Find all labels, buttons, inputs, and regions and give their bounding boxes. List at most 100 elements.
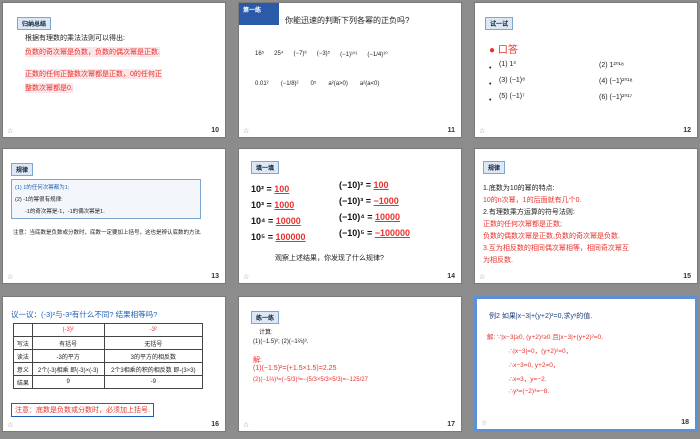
star-icon: ☆ [481,420,488,427]
slide-number: 17 [447,421,455,428]
power-expr: (−3)⁵ [316,51,331,57]
slide-tag: 规律 [11,163,34,176]
table-cell: -3的平方 [31,349,105,363]
note-text: 注意：当底数是负数或分数时，底数一定要加上括号，这也是辨认底数的方法. [13,230,202,236]
table-cell: 无括号 [103,336,204,350]
oral-item: (1) 1³ [499,61,516,68]
fill-left: 10² = 100 10³ = 1000 10⁴ = 10000 10⁵ = 1… [251,181,306,245]
solution-line: ∴|x−3|=0，(y+2)²=0， [509,348,573,355]
fill-row: (−10)³ = −1000 [339,196,399,206]
star-icon: ☆ [243,128,250,135]
slide-text: 负数的奇次幂是负数，负数的偶次幂是正数. [25,47,160,57]
power-expr: a²(a>0) [328,81,348,87]
slide-thumbnail-15[interactable]: 规律 1.底数为10的幂的特点: 10的n次幂，1的后面就有几个0. 2.有理数… [474,148,698,284]
slide-thumbnail-16[interactable]: 议一议：(-3)²与-3²有什么不同? 结果相等吗? (-3)² -3² 写法 有括… [2,296,226,432]
rule-line: (1) 1的任何次幂都为1; [15,185,70,191]
slide-text: 整数次幂都是0. [25,83,73,93]
solution-label: 解: [253,357,262,364]
slide-thumbnail-14[interactable]: 填一填 10² = 100 10³ = 1000 10⁴ = 10000 10⁵… [238,148,462,284]
rule-line: 1.底数为10的幂的特点: [483,185,555,192]
power-expr: (−1/8)² [280,81,299,87]
slide-tag: 练一练 [251,311,280,324]
rule-line: 为相反数. [483,257,513,264]
fill-row: (−10)⁴ = 10000 [339,212,401,222]
star-icon: ☆ [479,274,486,281]
slide-number: 12 [683,127,691,134]
power-expr: (−7)⁸ [293,51,307,57]
power-expr: a²(a<0) [359,81,380,87]
table-cell: 3的平方的相反数 [103,349,204,363]
solution-line: ∴x−3=0, y+2=0， [509,362,560,369]
slide-number: 16 [211,421,219,428]
oral-heading-text: 口答 [497,45,518,56]
slide-title: 你能迅速的判断下列各幂的正负吗? [285,16,410,25]
solution-line: ∴yˣ=(−2)³=−8. [509,388,550,395]
rule-line: 负数的偶数次幂是正数,负数的奇次幂是负数. [483,233,620,240]
slide-thumbnail-10[interactable]: 归纳总结 根据有理数的乘法法则可以得出: 负数的奇次幂是负数，负数的偶次幂是正数… [2,2,226,138]
slide-thumbnail-12[interactable]: 试一试 ● 口答 • • • (1) 1³ (2) 1²⁰¹⁸ (3) (−1)⁸ … [474,2,698,138]
question-text: 议一议：(-3)²与-3²有什么不同? 结果相等吗? [11,310,158,319]
powers-row-1: 16⁵ 25⁴ (−7)⁸ (−3)⁵ (−1)¹⁰¹ (−1/4)¹⁰ [255,51,455,58]
answer: −100000 [374,228,411,238]
slide-thumbnail-18[interactable]: 例2 如果|x−3|+(y+2)²=0,求yˣ的值. 解: ∵|x−3|≥0, … [474,296,698,432]
slide-thumbnail-13[interactable]: 规律 (1) 1的任何次幂都为1; (2) -1的幂很有规律: -1的奇次幂是-… [2,148,226,284]
slide-tag: 规律 [483,161,506,174]
slide-tag: 第一练 [239,3,279,25]
star-icon: ☆ [7,128,14,135]
slide-tag: 试一试 [485,17,514,30]
note-text: 注意：底数是负数或分数时，必须加上括号. [11,403,154,417]
power-expr: 10⁴ [251,216,266,226]
power-expr: (−10)² [339,180,364,190]
slide-number: 13 [211,273,219,280]
table-cell: 有括号 [31,336,105,350]
oral-item: (6) (−1)²⁰¹⁷ [599,94,633,101]
fill-row: (−10)⁵ = −100000 [339,228,411,238]
table-cell: 9 [31,375,105,389]
slide-number: 14 [447,273,455,280]
star-icon: ☆ [243,274,250,281]
solution-line: (2)(−1⅔)³=(−5/3)³=−(5/3×5/3×5/3)=−125/27 [253,377,368,383]
power-expr: 0⁵ [310,81,317,87]
star-icon: ☆ [479,128,486,135]
comparison-table: (-3)² -3² 写法 有括号 无括号 读法 -3的平方 3的平方的相反数 意义 2个(-… [13,323,204,389]
slide-number: 15 [683,273,691,280]
slide-number: 10 [211,127,219,134]
rule-line: (2) -1的幂很有规律: [15,197,63,203]
star-icon: ☆ [243,422,250,429]
task-exprs: (1)(−1.5)²; (2)(−1⅔)³. [253,339,309,345]
powers-row-2: 0.01² (−1/8)² 0⁵ a²(a>0) a²(a<0) [255,81,455,87]
power-expr: (−1)¹⁰¹ [340,52,358,58]
slide-thumbnail-17[interactable]: 练一练 计算: (1)(−1.5)²; (2)(−1⅔)³. 解: (1)(−1… [238,296,462,432]
power-expr: 10⁵ [251,232,266,242]
slide-tag: 归纳总结 [17,17,52,30]
slide-number: 11 [447,127,455,134]
slide-thumbnail-11[interactable]: 第一练 你能迅速的判断下列各幂的正负吗? 16⁵ 25⁴ (−7)⁸ (−3)⁵… [238,2,462,138]
table-cell: 写法 [13,336,33,350]
power-expr: 25⁴ [274,51,284,57]
power-expr: (−10)³ [339,196,364,206]
rule-line: 3.互为相反数的相同偶次幂相等，相同奇次幂互 [483,245,629,252]
power-expr: 10² [251,184,265,194]
oral-item: (4) (−1)²⁰¹⁸ [599,78,633,85]
rule-line: 10的n次幂，1的后面就有几个0. [483,197,582,204]
table-cell: -9 [103,375,204,389]
answer: 100000 [275,232,306,242]
answer: 10000 [275,216,301,226]
oral-item: (5) (−1)⁷ [499,93,525,100]
slide-tag: 填一填 [251,161,280,174]
question-text: 观察上述结果，你发现了什么规律? [275,255,384,262]
star-icon: ☆ [7,422,14,429]
power-expr: 16⁵ [255,51,265,57]
table-cell: 读法 [13,349,33,363]
table-cell: 2个(-3)相乘 即(-3)×(-3) [31,362,105,376]
table-cell: 2个3相乘的积的相反数 即-(3×3) [103,362,204,376]
table-header: -3² [103,323,204,337]
answer: 1000 [274,200,295,210]
fill-right: (−10)² = 100 (−10)³ = −1000 (−10)⁴ = 100… [339,177,410,241]
star-icon: ☆ [7,274,14,281]
fill-row: 10⁴ = 10000 [251,216,301,226]
oral-heading: ● 口答 [489,45,518,56]
fill-row: 10⁵ = 100000 [251,232,306,242]
table-cell: 结果 [13,375,33,389]
answer: 10000 [374,212,401,222]
